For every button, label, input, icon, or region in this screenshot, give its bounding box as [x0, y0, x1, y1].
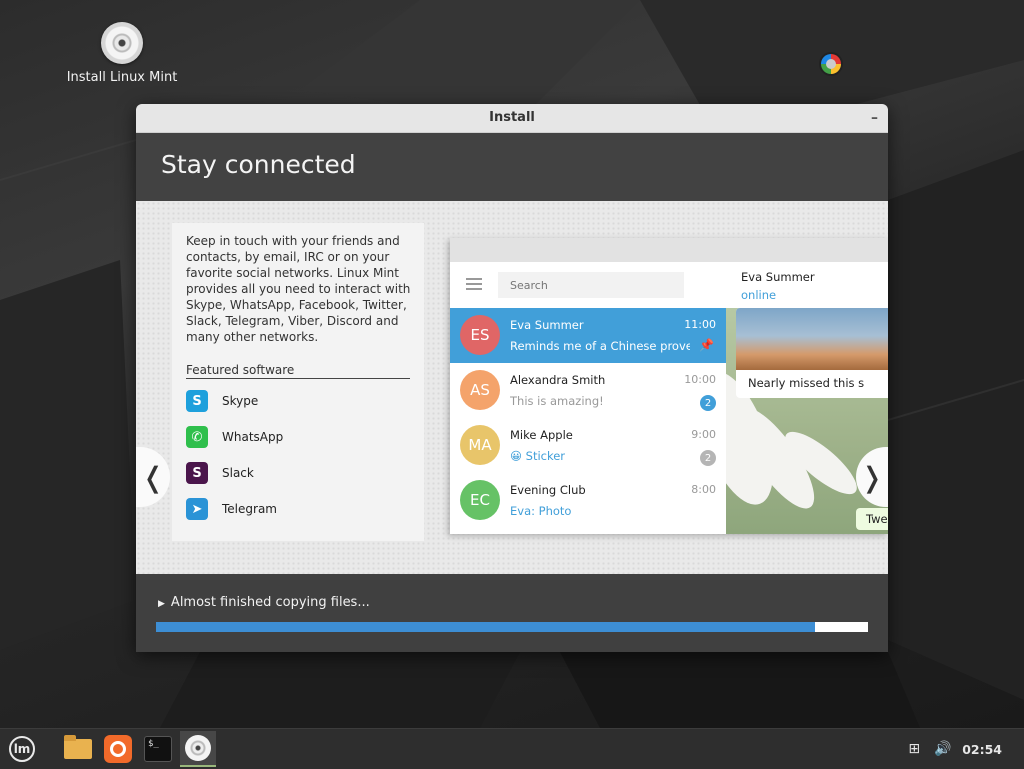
color-picker-icon	[821, 54, 841, 74]
volume-icon[interactable]: 🔊	[934, 741, 951, 757]
installer-window: Install – Stay connected Keep in touch w…	[136, 104, 888, 652]
chat-row: ES Eva Summer 11:00 Reminds me of a Chinese…	[450, 308, 726, 363]
chat-row: AS Alexandra Smith 10:00 This is amazing! 2	[450, 363, 726, 418]
page-title: Stay connected	[161, 150, 356, 179]
disc-icon	[185, 735, 211, 761]
chat-time: 9:00	[691, 428, 716, 441]
software-name: Telegram	[222, 502, 277, 516]
search-row	[450, 262, 726, 308]
chat-name: Alexandra Smith	[510, 373, 606, 387]
expand-triangle-icon[interactable]: ▶	[158, 599, 165, 609]
chat-time: 10:00	[684, 373, 716, 386]
unread-badge: 2	[700, 450, 716, 466]
chat-time: 8:00	[691, 483, 716, 496]
info-card: Keep in touch with your friends and cont…	[172, 223, 424, 541]
conversation-status: online	[741, 288, 777, 302]
disc-icon	[101, 22, 143, 64]
firefox-icon	[104, 735, 132, 763]
software-item: ✆ WhatsApp	[186, 425, 283, 449]
menu-button[interactable]: lm	[4, 731, 40, 767]
software-name: Slack	[222, 466, 254, 480]
software-name: Skype	[222, 394, 259, 408]
skype-icon: S	[186, 390, 208, 412]
clock[interactable]: 02:54	[962, 742, 1002, 757]
telegram-titlebar	[450, 238, 888, 262]
window-title: Install	[489, 110, 535, 125]
chat-name: Eva Summer	[510, 318, 584, 332]
software-name: WhatsApp	[222, 430, 284, 444]
unread-badge: 2	[700, 395, 716, 411]
sunset-photo	[736, 308, 888, 370]
chat-list: ES Eva Summer 11:00 Reminds me of a Chinese…	[450, 262, 726, 534]
featured-heading: Featured software	[186, 363, 410, 379]
firefox-launcher[interactable]	[100, 731, 136, 767]
telegram-screenshot: ES Eva Summer 11:00 Reminds me of a Chinese…	[450, 238, 888, 534]
conversation-header: Eva Summer online	[726, 262, 888, 308]
previous-slide-button[interactable]: ❬	[136, 447, 170, 507]
chat-row: EC Evening Club 8:00 Eva: Photo	[450, 473, 726, 528]
minimize-button[interactable]: –	[871, 104, 878, 132]
conversation-background: Nearly missed this s Twe	[726, 308, 888, 534]
whatsapp-icon: ✆	[186, 426, 208, 448]
description-text: Keep in touch with your friends and cont…	[186, 234, 411, 344]
linux-mint-logo-icon: lm	[9, 736, 35, 762]
status-text: Almost finished copying files...	[170, 595, 370, 610]
chat-message: This is amazing!	[510, 394, 604, 408]
menu-icon	[466, 278, 482, 290]
status-row[interactable]: ▶ Almost finished copying files...	[158, 595, 370, 610]
desktop-icon-install[interactable]: Install Linux Mint	[62, 22, 182, 85]
system-tray: ⊞ 🔊 02:54	[906, 729, 1024, 769]
software-item: S Skype	[186, 389, 258, 413]
chat-time: 11:00	[684, 318, 716, 331]
title-bar: Install –	[136, 104, 888, 133]
slideshow: Keep in touch with your friends and cont…	[136, 201, 888, 574]
photo-caption: Nearly missed this s	[748, 376, 865, 390]
chat-row: MA Mike Apple 9:00 😀 Sticker 2	[450, 418, 726, 473]
terminal-launcher[interactable]: $_	[140, 731, 176, 767]
network-icon[interactable]: ⊞	[906, 741, 922, 757]
installer-taskbar-button[interactable]	[180, 731, 216, 767]
taskbar: lm $_ ⊞ 🔊 02:54	[0, 728, 1024, 769]
avatar: EC	[460, 480, 500, 520]
chat-message: Eva: Photo	[510, 504, 572, 518]
pin-icon: 📌	[699, 338, 714, 352]
reply-bubble: Twe	[856, 508, 888, 530]
telegram-icon: ➤	[186, 498, 208, 520]
chat-message: Reminds me of a Chinese prover…	[510, 339, 690, 353]
progress-fill	[156, 622, 816, 632]
photo-message: Nearly missed this s	[736, 308, 888, 398]
progress-footer: ▶ Almost finished copying files...	[136, 574, 888, 652]
avatar: MA	[460, 425, 500, 465]
chat-name: Evening Club	[510, 483, 586, 497]
folder-icon	[64, 735, 92, 759]
terminal-icon: $_	[144, 736, 172, 762]
slack-icon: S	[186, 462, 208, 484]
chat-message: 😀 Sticker	[510, 449, 566, 463]
desktop-icon-label: Install Linux Mint	[66, 70, 178, 85]
software-item: S Slack	[186, 461, 254, 485]
software-item: ➤ Telegram	[186, 497, 277, 521]
avatar: ES	[460, 315, 500, 355]
search-input	[498, 272, 684, 298]
progress-bar	[156, 622, 868, 632]
files-launcher[interactable]	[60, 731, 96, 767]
chat-name: Mike Apple	[510, 428, 573, 442]
avatar: AS	[460, 370, 500, 410]
conversation-name: Eva Summer	[741, 270, 815, 284]
